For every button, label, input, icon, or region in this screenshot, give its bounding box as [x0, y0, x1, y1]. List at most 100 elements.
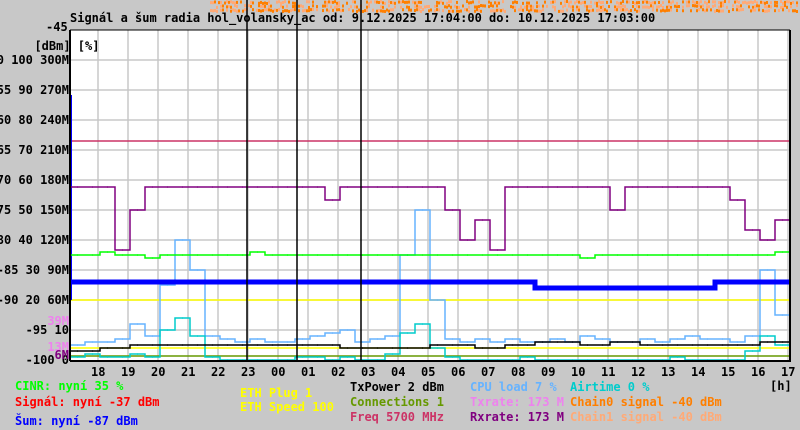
- chain-signal-mark: [596, 1, 598, 5]
- data-point: [736, 254, 739, 256]
- chain-signal-mark: [702, 8, 704, 12]
- chain-signal-mark: [216, 5, 218, 9]
- chain-signal-mark: [276, 0, 278, 4]
- chain-signal-mark: [656, 5, 658, 9]
- data-point: [706, 254, 709, 256]
- chain-signal-mark: [750, 9, 752, 13]
- data-point: [586, 287, 589, 289]
- chain-signal-mark: [442, 1, 444, 5]
- chain-signal-mark: [526, 1, 528, 5]
- chain-signal-mark: [212, 1, 214, 5]
- chain-signal-mark: [784, 0, 786, 4]
- data-point: [256, 344, 259, 346]
- chain-signal-mark: [742, 8, 744, 12]
- data-point: [721, 186, 724, 188]
- y-tick-label: -50 100 300M: [0, 53, 69, 67]
- data-point: [481, 254, 484, 256]
- data-point: [391, 254, 394, 256]
- chain-signal-mark: [338, 4, 340, 8]
- chain-signal-mark: [562, 5, 564, 9]
- data-point: [421, 281, 424, 283]
- data-point: [286, 254, 289, 256]
- chain-signal-mark: [610, 0, 612, 4]
- data-point: [316, 356, 319, 358]
- chain-signal-mark: [770, 1, 772, 5]
- chain-signal-mark: [294, 4, 296, 8]
- chain-signal-mark: [312, 0, 314, 4]
- chain-signal-mark: [282, 5, 284, 9]
- data-point: [151, 281, 154, 283]
- chain-signal-mark: [260, 0, 262, 4]
- chain-signal-mark: [292, 1, 294, 5]
- chain-signal-mark: [394, 1, 396, 5]
- chain-signal-mark: [332, 0, 334, 4]
- chain-signal-mark: [756, 1, 758, 5]
- chain-signal-mark: [416, 1, 418, 5]
- data-point: [511, 338, 514, 340]
- data-point: [511, 281, 514, 283]
- data-point: [256, 251, 259, 253]
- chain-signal-mark: [302, 5, 304, 9]
- data-point: [781, 281, 784, 283]
- chain-signal-mark: [366, 0, 368, 4]
- legend-chain0: Chain0 signal -40 dBm: [570, 395, 722, 409]
- data-point: [511, 254, 514, 256]
- chain-signal-mark: [404, 0, 406, 4]
- data-point: [301, 344, 304, 346]
- chain-signal-mark: [326, 4, 328, 8]
- data-point: [301, 186, 304, 188]
- chain-signal-mark: [662, 1, 664, 5]
- chain-signal-mark: [696, 1, 698, 5]
- chain-signal-mark: [756, 4, 758, 8]
- chain-signal-mark: [544, 0, 546, 4]
- data-point: [121, 281, 124, 283]
- data-point: [76, 356, 79, 358]
- chain-signal-mark: [674, 4, 676, 8]
- chain-signal-mark: [284, 0, 286, 4]
- chain-signal-mark: [776, 0, 778, 4]
- data-point: [106, 251, 109, 253]
- legend-chain1: Chain1 signal -40 dBm: [570, 410, 722, 424]
- data-point: [571, 254, 574, 256]
- data-point: [421, 323, 424, 325]
- data-point: [466, 239, 469, 241]
- chain-signal-mark: [350, 5, 352, 9]
- chain-signal-mark: [688, 0, 690, 4]
- x-tick-label: 19: [121, 365, 136, 379]
- data-point: [271, 254, 274, 256]
- chain-signal-mark: [552, 0, 554, 4]
- chain-signal-mark: [306, 0, 308, 4]
- chain-signal-mark: [624, 5, 626, 9]
- data-point: [751, 344, 754, 346]
- chain-signal-mark: [554, 0, 556, 4]
- chain-signal-mark: [260, 4, 262, 8]
- data-point: [346, 254, 349, 256]
- data-point: [391, 335, 394, 337]
- data-point: [646, 186, 649, 188]
- data-point: [181, 344, 184, 346]
- chain-signal-mark: [702, 4, 704, 8]
- data-point: [496, 281, 499, 283]
- data-point: [436, 186, 439, 188]
- legend-cpu: CPU load 7 %: [470, 380, 557, 394]
- chain-signal-mark: [336, 1, 338, 5]
- data-point: [346, 356, 349, 358]
- data-point: [376, 281, 379, 283]
- chain-signal-mark: [688, 4, 690, 8]
- chain-signal-mark: [736, 4, 738, 8]
- data-point: [166, 186, 169, 188]
- chain-signal-mark: [574, 1, 576, 5]
- data-point: [601, 254, 604, 256]
- chain-signal-mark: [778, 9, 780, 13]
- data-point: [541, 341, 544, 343]
- data-point: [106, 186, 109, 188]
- chain-signal-mark: [330, 0, 332, 4]
- chain-signal-mark: [758, 4, 760, 8]
- chain-signal-mark: [646, 0, 648, 4]
- data-point: [136, 281, 139, 283]
- data-point: [361, 347, 364, 349]
- chain-signal-mark: [450, 5, 452, 9]
- chain-signal-mark: [366, 5, 368, 9]
- chain-signal-mark: [446, 5, 448, 9]
- data-point: [91, 350, 94, 352]
